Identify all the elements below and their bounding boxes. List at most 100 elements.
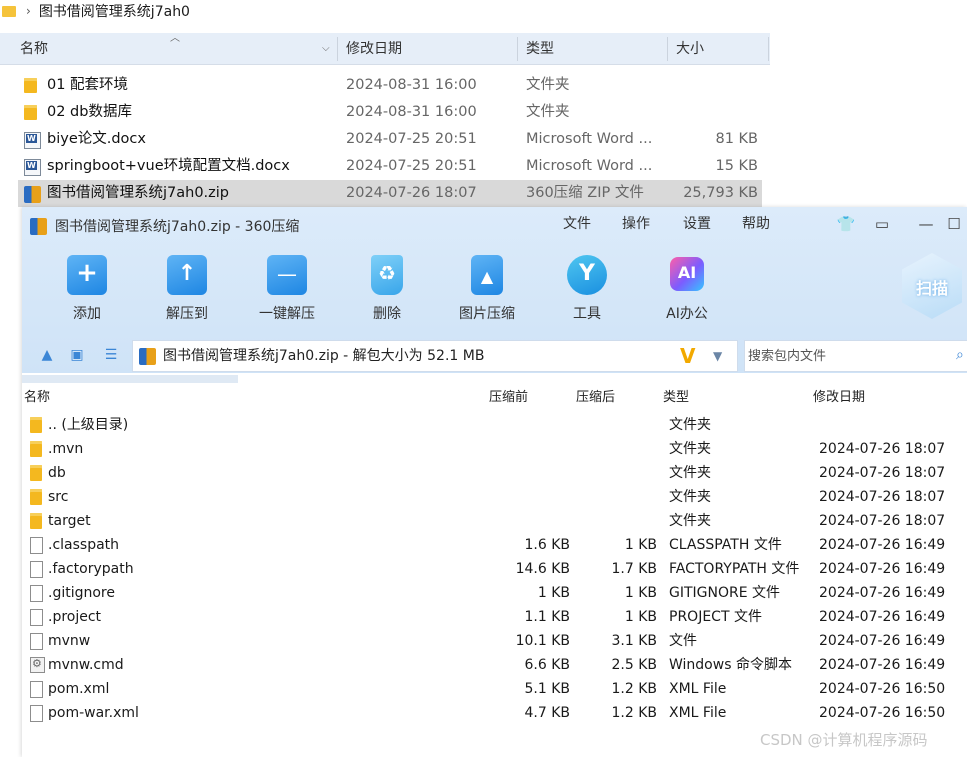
file-icon [30,633,43,650]
archive-row[interactable]: .. (上级目录) 文件夹 [22,413,967,437]
column-divider[interactable] [667,37,668,61]
file-modified: 2024-08-31 16:00 [346,104,477,120]
archive-row[interactable]: .classpath 1.6 KB 1 KB CLASSPATH 文件 2024-07-… [22,533,967,557]
explorer-row[interactable]: 02 db数据库 2024-08-31 16:00 文件夹 [18,99,762,126]
archive-row[interactable]: src 文件夹 2024-07-26 18:07 [22,485,967,509]
folder-icon [30,441,42,457]
entry-original-size: 1.1 KB [524,609,571,625]
archive-row[interactable]: .mvn 文件夹 2024-07-26 18:07 [22,437,967,461]
column-divider[interactable] [768,37,769,61]
entry-name: pom-war.xml [48,705,139,721]
zip-archive-icon [30,217,47,235]
entry-modified: 2024-07-26 16:49 [819,561,946,577]
entry-type: 文件夹 [669,417,711,433]
menu-operation[interactable]: 操作 [622,213,650,235]
column-header-name[interactable]: 名称 [20,33,48,65]
column-header-type[interactable]: 类型 [663,387,689,409]
image-compress-button[interactable]: 图片压缩 [447,255,527,325]
zip-archive-icon [24,186,41,203]
file-name: springboot+vue环境配置文档.docx [47,158,290,174]
maximize-button[interactable]: ☐ [942,213,966,235]
archive-row[interactable]: db 文件夹 2024-07-26 18:07 [22,461,967,485]
up-level-icon[interactable]: ▲ [38,347,56,363]
entry-name: .mvn [48,441,84,457]
explorer-row[interactable]: biye论文.docx 2024-07-25 20:51 Microsoft Wor… [18,126,762,153]
list-view-icon[interactable]: ☰ [102,347,120,363]
archive-row[interactable]: .project 1.1 KB 1 KB PROJECT 文件 2024-07-26 1… [22,605,967,629]
entry-type: 文件夹 [669,465,711,481]
entry-compressed-size: 1.2 KB [611,681,658,697]
entry-type: 文件夹 [669,513,711,529]
chevron-down-icon[interactable]: ⌵ [322,33,330,65]
search-input[interactable] [745,341,950,371]
chevron-down-icon[interactable]: ▼ [713,341,722,371]
thumbnail-view-icon[interactable]: ▣ [68,347,86,363]
ai-office-button[interactable]: AI办公 [647,255,727,325]
entry-modified: 2024-07-26 16:50 [819,681,946,697]
archive-row[interactable]: mvnw.cmd 6.6 KB 2.5 KB Windows 命令脚本 2024-07-… [22,653,967,677]
archive-row[interactable]: .gitignore 1 KB 1 KB GITIGNORE 文件 2024-07-26… [22,581,967,605]
chevron-right-icon[interactable]: › [26,4,31,18]
folder-icon [30,513,42,529]
window-title-bar[interactable]: 图书借阅管理系统j7ah0.zip - 360压缩 [30,215,299,237]
file-name: 02 db数据库 [47,104,132,120]
menu-file[interactable]: 文件 [563,213,591,235]
file-icon [30,585,43,602]
explorer-row[interactable]: 图书借阅管理系统j7ah0.zip 2024-07-26 18:07 360压缩 Z… [18,180,762,207]
entry-modified: 2024-07-26 16:49 [819,657,946,673]
archive-row[interactable]: pom-war.xml 4.7 KB 1.2 KB XML File 2024-07-2… [22,701,967,725]
delete-button[interactable]: 删除 [347,255,427,325]
entry-original-size: 6.6 KB [524,657,571,673]
explorer-row[interactable]: springboot+vue环境配置文档.docx 2024-07-25 20:5… [18,153,762,180]
column-header-packed[interactable]: 压缩前 [489,387,528,409]
minimize-button[interactable]: — [914,213,938,235]
explorer-row[interactable]: 01 配套环境 2024-08-31 16:00 文件夹 [18,72,762,99]
feedback-icon[interactable]: ▭ [870,213,894,235]
menu-settings[interactable]: 设置 [683,213,711,235]
column-header-compressed[interactable]: 压缩后 [576,387,615,409]
entry-type: Windows 命令脚本 [669,657,792,673]
tools-button[interactable]: 工具 [547,255,627,325]
one-click-extract-button-label: 一键解压 [259,306,315,322]
add-button-label: 添加 [73,306,101,322]
skin-icon[interactable]: 👕 [834,213,858,235]
folder-icon [30,489,42,505]
column-header-name[interactable]: 名称 [24,387,50,409]
entry-name: .gitignore [48,585,115,601]
search-icon[interactable]: ⌕ [956,347,964,363]
entry-type: GITIGNORE 文件 [669,585,781,601]
extract-to-button[interactable]: 解压到 [147,255,227,325]
column-header-modified[interactable]: 修改日期 [813,387,865,409]
menu-help[interactable]: 帮助 [742,213,770,235]
file-size: 15 KB [715,158,758,174]
file-type: Microsoft Word ... [526,158,653,174]
entry-name: src [48,489,69,505]
column-divider[interactable] [337,37,338,61]
breadcrumb: › 图书借阅管理系统j7ah0 [0,0,967,22]
entry-name: db [48,465,66,481]
entry-type: PROJECT 文件 [669,609,762,625]
archive-row[interactable]: target 文件夹 2024-07-26 18:07 [22,509,967,533]
scan-button[interactable]: 扫描 [902,253,962,319]
address-bar[interactable]: 图书借阅管理系统j7ah0.zip - 解包大小为 52.1 MB V ▼ [132,340,738,372]
column-header-size[interactable]: 大小 [676,33,704,65]
breadcrumb-current[interactable]: 图书借阅管理系统j7ah0 [39,1,190,21]
archive-row[interactable]: pom.xml 5.1 KB 1.2 KB XML File 2024-07-26 16… [22,677,967,701]
archive-row[interactable]: .factorypath 14.6 KB 1.7 KB FACTORYPATH 文件 2… [22,557,967,581]
column-divider[interactable] [517,37,518,61]
folder-icon [24,105,37,120]
archive-row[interactable]: mvnw 10.1 KB 3.1 KB 文件 2024-07-26 16:49 [22,629,967,653]
column-header-type[interactable]: 类型 [526,33,554,65]
v-logo-icon[interactable]: V [680,343,695,369]
entry-name: .project [48,609,102,625]
add-button[interactable]: 添加 [47,255,127,325]
zip-archive-icon [139,348,156,365]
entry-compressed-size: 2.5 KB [611,657,658,673]
entry-modified: 2024-07-26 16:49 [819,609,946,625]
entry-type: XML File [669,681,727,697]
entry-modified: 2024-07-26 18:07 [819,513,946,529]
file-type: 文件夹 [526,77,570,93]
column-header-modified[interactable]: 修改日期 [346,33,402,65]
one-click-extract-button[interactable]: 一键解压 [247,255,327,325]
horizontal-scrollbar[interactable] [22,375,238,383]
